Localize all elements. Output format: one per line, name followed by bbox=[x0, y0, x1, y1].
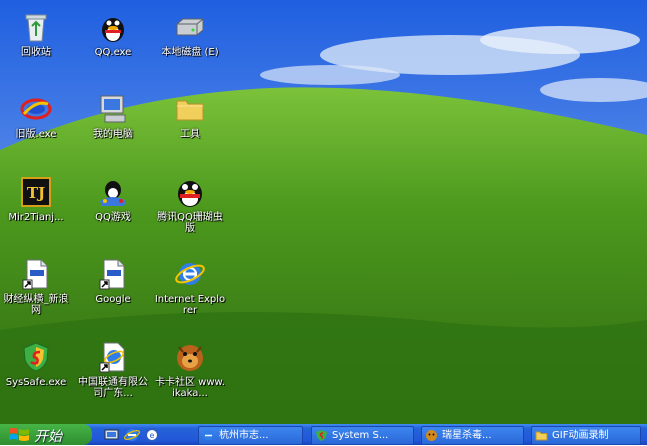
desktop-icon-label: QQ.exe bbox=[94, 47, 132, 58]
mir2tianji-icon: TJ bbox=[21, 177, 51, 207]
desktop-icon-label: 本地磁盘 (E) bbox=[161, 47, 219, 58]
finance-sina-icon bbox=[22, 259, 48, 290]
local-disk-e[interactable]: 本地磁盘 (E) bbox=[154, 10, 226, 58]
old-version-exe[interactable]: 旧版.exe bbox=[0, 92, 72, 140]
desktop-icon-label: 卡卡社区 www.ikaka... bbox=[155, 377, 225, 399]
desktop-icon-label: 工具 bbox=[180, 129, 200, 140]
svg-text:e: e bbox=[150, 431, 155, 440]
svg-text:TJ: TJ bbox=[27, 184, 45, 202]
desktop-icon-label: 财经纵横_新浪网 bbox=[3, 294, 69, 316]
kaka-community-icon bbox=[177, 345, 203, 371]
desktop-icon-label: 我的电脑 bbox=[93, 129, 133, 140]
mir2tianji[interactable]: TJ Mir2Tianj... bbox=[0, 175, 72, 223]
tools-folder-icon bbox=[176, 100, 204, 121]
task-label: 瑞星杀毒... bbox=[442, 430, 492, 441]
qq-game[interactable]: QQ游戏 bbox=[77, 175, 149, 223]
windows-flag-icon bbox=[9, 428, 29, 441]
task-button-gif-recorder[interactable]: GIF动画录制 bbox=[531, 426, 641, 445]
taskbar: 开始 e 杭州市志... System S... 瑞星杀毒... GIF动画录制 bbox=[0, 424, 647, 445]
recycle-bin-icon bbox=[25, 14, 47, 42]
desktop-icon-label: SysSafe.exe bbox=[5, 377, 67, 388]
task-button-rising-antivirus[interactable]: 瑞星杀毒... bbox=[421, 426, 524, 445]
start-label: 开始 bbox=[34, 429, 62, 445]
desktop-icon-label: 回收站 bbox=[21, 47, 51, 58]
show-desktop-icon[interactable] bbox=[104, 427, 120, 443]
qq-coral-icon bbox=[178, 181, 202, 207]
desktop-icon-label: 腾讯QQ珊瑚虫版 bbox=[157, 212, 223, 234]
start-button[interactable]: 开始 bbox=[0, 424, 92, 445]
china-unicom-icon bbox=[99, 342, 125, 373]
rising-lion-icon bbox=[426, 430, 437, 441]
folder-window-icon bbox=[535, 431, 548, 441]
internet-explorer[interactable]: Internet Explorer bbox=[154, 257, 226, 316]
syssafe-window-icon bbox=[316, 430, 327, 441]
desktop-icon-label: 旧版.exe bbox=[15, 129, 57, 140]
desktop: 回收站 QQ.exe 本地磁盘 (E) 旧版.exe 我的电脑 工具 TJ Mi… bbox=[0, 0, 647, 424]
tools-folder[interactable]: 工具 bbox=[154, 92, 226, 140]
task-button-system-safe[interactable]: System S... bbox=[311, 426, 414, 445]
finance-sina-shortcut[interactable]: 财经纵横_新浪网 bbox=[0, 257, 72, 316]
desktop-icon-label: Internet Explorer bbox=[154, 294, 226, 316]
google-icon bbox=[99, 259, 125, 290]
ie-quicklaunch-icon[interactable] bbox=[124, 427, 140, 443]
task-label: GIF动画录制 bbox=[552, 430, 609, 441]
qq-exe-icon bbox=[102, 18, 124, 42]
ie-window-icon bbox=[203, 430, 214, 441]
internet-explorer-icon bbox=[175, 263, 205, 285]
qq-coral[interactable]: 腾讯QQ珊瑚虫版 bbox=[154, 175, 226, 234]
desktop-icon-label: 中国联通有限公司广东... bbox=[78, 377, 148, 399]
task-label: 杭州市志... bbox=[219, 430, 269, 441]
local-disk-icon bbox=[176, 18, 204, 36]
task-label: System S... bbox=[332, 430, 389, 441]
my-computer-icon bbox=[100, 95, 126, 123]
qq-exe[interactable]: QQ.exe bbox=[77, 10, 149, 58]
old-version-icon bbox=[20, 98, 52, 120]
desktop-icon-label: Google bbox=[95, 294, 131, 305]
task-button-hangzhou[interactable]: 杭州市志... bbox=[198, 426, 303, 445]
desktop-icon-label: Mir2Tianj... bbox=[8, 212, 64, 223]
china-unicom-shortcut[interactable]: 中国联通有限公司广东... bbox=[77, 340, 149, 399]
desktop-icon-label: QQ游戏 bbox=[95, 212, 131, 223]
my-computer[interactable]: 我的电脑 bbox=[77, 92, 149, 140]
qq-game-icon bbox=[100, 181, 126, 206]
kaka-community[interactable]: 卡卡社区 www.ikaka... bbox=[154, 340, 226, 399]
recycle-bin[interactable]: 回收站 bbox=[0, 10, 72, 58]
syssafe-exe[interactable]: SysSafe.exe bbox=[0, 340, 72, 388]
google-shortcut[interactable]: Google bbox=[77, 257, 149, 305]
syssafe-icon bbox=[23, 342, 49, 372]
outlook-express-icon[interactable]: e bbox=[144, 427, 160, 443]
